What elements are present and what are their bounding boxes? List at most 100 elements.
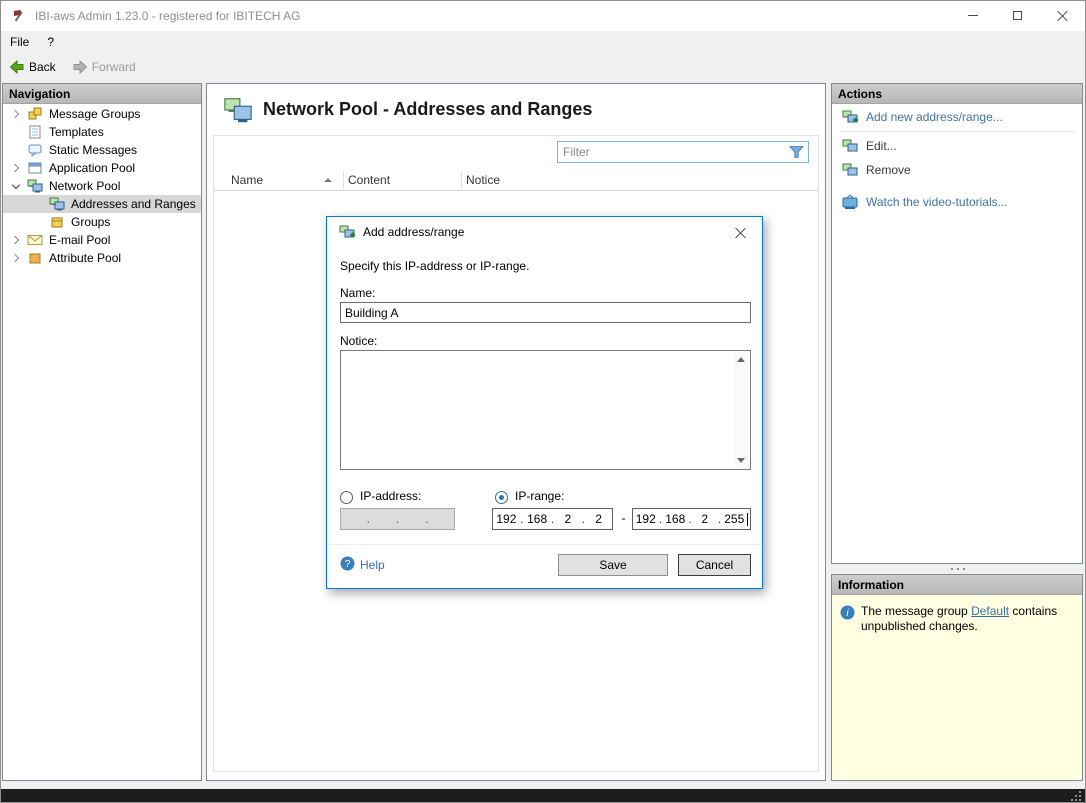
ip-range-to-input[interactable]: 192.168.2.255 [632, 508, 751, 530]
notice-scrollbar[interactable] [733, 352, 749, 468]
actions-panel: Actions Add new address/range... Edit...… [831, 83, 1083, 564]
nav-item-templates[interactable]: Templates [3, 123, 201, 141]
remove-icon [842, 162, 858, 178]
attribute-pool-icon [27, 250, 43, 266]
notice-textarea[interactable] [340, 350, 751, 470]
nav-item-label: Static Messages [49, 143, 137, 157]
dialog-description: Specify this IP-address or IP-range. [340, 259, 529, 273]
range-dash: - [617, 511, 630, 525]
ip-octet[interactable]: 2 [692, 512, 718, 526]
dialog-close-button[interactable] [722, 217, 758, 247]
video-tutorials-icon [842, 194, 858, 210]
action-label: Watch the video-tutorials... [866, 195, 1008, 209]
filter-box [557, 141, 809, 163]
edit-icon [842, 138, 858, 154]
ip-address-input: ... [340, 508, 455, 530]
nav-item-label: Addresses and Ranges [71, 197, 196, 211]
menu-bar: File ? [1, 31, 1085, 53]
ip-range-radio-label[interactable]: IP-range: [515, 489, 564, 503]
application-pool-icon [27, 160, 43, 176]
navigation-panel: Navigation Message Groups Templates [2, 83, 202, 781]
help-icon: ? [340, 556, 355, 574]
ip-octet[interactable]: 2 [585, 512, 612, 526]
ip-address-radio[interactable] [340, 491, 353, 504]
ip-octet[interactable]: 192 [633, 512, 659, 526]
nav-item-email-pool[interactable]: E-mail Pool [3, 231, 201, 249]
resize-grip-icon[interactable] [1071, 791, 1081, 801]
action-edit[interactable]: Edit... [832, 135, 1082, 157]
ip-separator: . [396, 512, 400, 526]
ip-octet[interactable]: 168 [663, 512, 689, 526]
nav-item-static-messages[interactable]: Static Messages [3, 141, 201, 159]
filter-input[interactable] [558, 143, 789, 161]
menu-help[interactable]: ? [38, 31, 63, 53]
ip-range-radio[interactable] [495, 491, 508, 504]
column-header-content[interactable]: Content [348, 169, 390, 191]
add-address-dialog-icon [339, 224, 355, 240]
panel-splitter[interactable] [831, 564, 1083, 574]
menu-file[interactable]: File [1, 31, 38, 53]
ip-octet[interactable]: 168 [524, 512, 551, 526]
action-remove[interactable]: Remove [832, 159, 1082, 181]
ip-separator: . [366, 512, 370, 526]
name-input[interactable] [340, 302, 751, 323]
default-message-group-link[interactable]: Default [971, 604, 1009, 618]
nav-item-addresses-and-ranges[interactable]: Addresses and Ranges [3, 195, 201, 213]
ip-octet[interactable]: 255 [722, 512, 748, 526]
list-header: Name Content Notice [214, 169, 818, 191]
action-label: Add new address/range... [866, 110, 1003, 124]
actions-gap [832, 181, 1082, 189]
nav-item-groups[interactable]: Groups [3, 213, 201, 231]
forward-label: Forward [92, 60, 136, 74]
close-button[interactable] [1040, 1, 1085, 30]
scroll-up-icon[interactable] [737, 357, 745, 362]
ip-address-radio-label[interactable]: IP-address: [360, 489, 421, 503]
back-label: Back [29, 60, 56, 74]
nav-item-message-groups[interactable]: Message Groups [3, 105, 201, 123]
chevron-right-icon [11, 254, 19, 262]
help-link[interactable]: ? Help [340, 556, 385, 574]
back-button[interactable]: Back [1, 55, 64, 79]
action-add-new-address-range[interactable]: Add new address/range... [832, 106, 1082, 128]
back-arrow-icon [9, 59, 25, 75]
column-header-name[interactable]: Name [231, 169, 263, 191]
information-panel: Information i The message group Default … [831, 574, 1083, 781]
nav-item-label: Attribute Pool [49, 251, 121, 265]
nav-item-label: Message Groups [49, 107, 140, 121]
chevron-right-icon [11, 164, 19, 172]
status-bar [1, 789, 1085, 803]
groups-icon [49, 214, 65, 230]
column-separator[interactable] [461, 171, 462, 189]
nav-item-label: Application Pool [49, 161, 135, 175]
nav-item-network-pool[interactable]: Network Pool [3, 177, 201, 195]
forward-button[interactable]: Forward [64, 55, 144, 79]
templates-icon [27, 124, 43, 140]
dialog-title-bar[interactable]: Add address/range [327, 217, 762, 247]
ip-separator: . [425, 512, 429, 526]
svg-text:?: ? [345, 559, 351, 570]
maximize-button[interactable] [995, 1, 1040, 30]
nav-item-application-pool[interactable]: Application Pool [3, 159, 201, 177]
message-groups-icon [27, 106, 43, 122]
static-messages-icon [27, 142, 43, 158]
filter-funnel-icon[interactable] [789, 145, 804, 159]
scroll-down-icon[interactable] [737, 458, 745, 463]
action-label: Edit... [866, 139, 897, 153]
column-header-notice[interactable]: Notice [466, 169, 500, 191]
column-separator[interactable] [343, 171, 344, 189]
save-button[interactable]: Save [558, 554, 668, 576]
ip-octet[interactable]: 2 [555, 512, 582, 526]
action-watch-video-tutorials[interactable]: Watch the video-tutorials... [832, 191, 1082, 213]
ip-range-from-input[interactable]: 192.168.2.2 [492, 508, 613, 530]
add-address-icon [842, 109, 858, 125]
minimize-button[interactable] [950, 1, 995, 30]
title-bar: IBI-aws Admin 1.23.0 - registered for IB… [1, 1, 1085, 31]
app-icon [11, 8, 27, 24]
actions-header: Actions [832, 84, 1082, 104]
nav-item-attribute-pool[interactable]: Attribute Pool [3, 249, 201, 267]
cancel-button[interactable]: Cancel [678, 554, 751, 576]
nav-item-label: Templates [49, 125, 104, 139]
toolbar: Back Forward [1, 53, 1085, 81]
add-address-range-dialog: Add address/range Specify this IP-addres… [326, 216, 763, 589]
ip-octet[interactable]: 192 [493, 512, 520, 526]
